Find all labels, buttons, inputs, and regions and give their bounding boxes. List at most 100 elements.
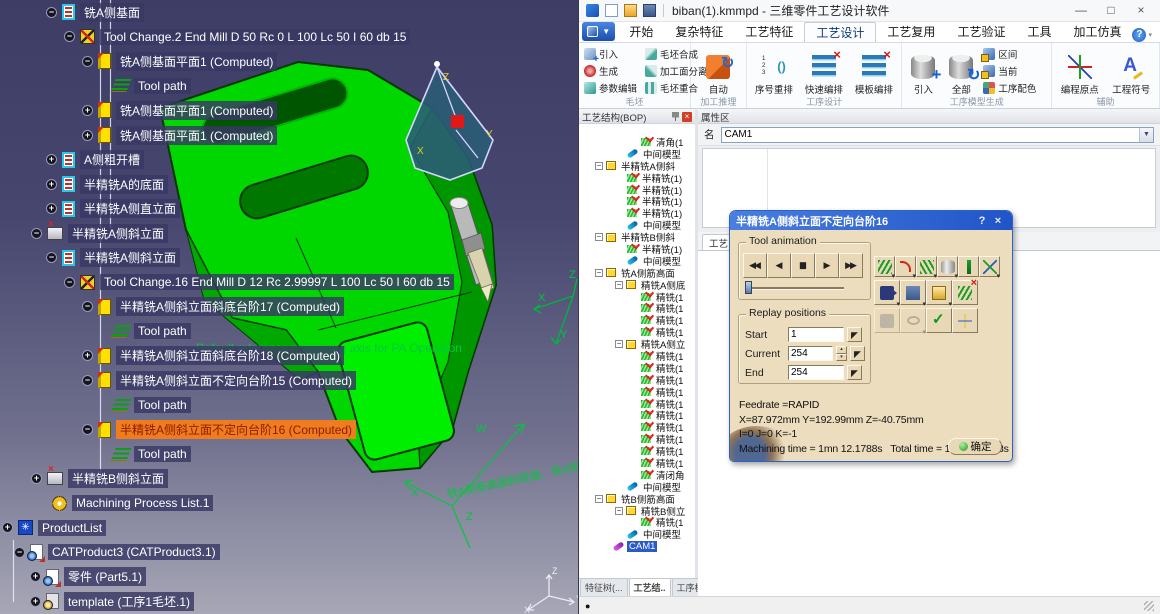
- tree-item[interactable]: + 半精铣A的底面: [0, 172, 578, 197]
- tree-item[interactable]: − 半精铣A侧斜立面: [0, 245, 578, 270]
- expand-handle[interactable]: −: [64, 31, 75, 42]
- expand-handle[interactable]: +: [2, 522, 13, 533]
- name-input[interactable]: [722, 128, 1140, 142]
- tree-item[interactable]: − Tool Change.2 End Mill D 50 Rc 0 L 100…: [0, 25, 578, 50]
- expand-handle[interactable]: −: [82, 424, 93, 435]
- 3d-viewport[interactable]: Z X Y X Y Z W X Z Z X Y: [0, 0, 578, 614]
- pick-position-button[interactable]: ◤: [847, 365, 862, 380]
- tree-item[interactable]: Tool path: [0, 442, 578, 467]
- dialog-close-button[interactable]: ×: [990, 215, 1006, 227]
- pause-button[interactable]: ▮▮: [791, 253, 815, 278]
- save-file-icon[interactable]: [643, 4, 656, 17]
- close-button[interactable]: ×: [1126, 1, 1156, 21]
- tree-item-label[interactable]: template (工序1毛坯.1): [64, 592, 194, 611]
- expand-handle[interactable]: −: [595, 233, 603, 241]
- ribbon-big-button[interactable]: 全部: [942, 45, 980, 97]
- ribbon-big-button[interactable]: 工程符号: [1106, 45, 1158, 97]
- tree-item[interactable]: + ProductList: [0, 515, 578, 540]
- expand-handle[interactable]: +: [82, 105, 93, 116]
- app-menu-button[interactable]: ▼: [582, 22, 615, 41]
- expand-handle[interactable]: +: [82, 350, 93, 361]
- ribbon-button[interactable]: 参数编辑: [581, 79, 640, 96]
- tree-item[interactable]: + template (工序1毛坯.1): [0, 589, 578, 614]
- auto-button[interactable]: 自动: [693, 45, 743, 97]
- pick-position-button[interactable]: ◤: [847, 327, 862, 342]
- tree-item[interactable]: + 铣A侧基面平面1 (Computed): [0, 98, 578, 123]
- ribbon-button[interactable]: 生成: [581, 62, 640, 79]
- chevron-down-icon[interactable]: ▼: [1139, 128, 1153, 142]
- rewind-button[interactable]: ◀◀: [743, 253, 767, 278]
- ribbon-big-button[interactable]: 序号重排: [749, 45, 799, 97]
- tree-item[interactable]: Tool path: [0, 74, 578, 99]
- ribbon-button[interactable]: 当前: [980, 62, 1039, 79]
- dialog-icon-button[interactable]: [952, 280, 978, 305]
- tree-item-label[interactable]: CATProduct3 (CATProduct3.1): [48, 544, 220, 560]
- dialog-icon-button[interactable]: [874, 308, 900, 333]
- ribbon-tab[interactable]: 复杂特征: [664, 22, 734, 42]
- dialog-title-bar[interactable]: 半精铣A侧斜立面不定向台阶16 ? ×: [730, 211, 1012, 230]
- dock-tab[interactable]: 工艺结..: [629, 578, 671, 596]
- tree-item-label[interactable]: 铣A侧基面平面1 (Computed): [116, 101, 277, 120]
- ribbon-tab[interactable]: 加工仿真: [1062, 22, 1132, 42]
- tree-item-label[interactable]: 铣A侧基面: [80, 3, 144, 22]
- dialog-icon-button[interactable]: [900, 308, 926, 333]
- current-input[interactable]: [788, 346, 833, 361]
- tree-item[interactable]: − 半精铣A侧斜立面: [0, 221, 578, 246]
- tree-item-label[interactable]: Tool path: [134, 397, 191, 413]
- spin-up-icon[interactable]: ▴: [836, 346, 847, 354]
- bop-tree-item[interactable]: CAM1: [579, 540, 695, 552]
- tree-item-label[interactable]: Machining Process List.1: [72, 495, 213, 511]
- ribbon-big-button[interactable]: 编程原点: [1054, 45, 1106, 97]
- expand-handle[interactable]: +: [31, 473, 42, 484]
- expand-handle[interactable]: +: [46, 203, 57, 214]
- new-file-icon[interactable]: [605, 4, 618, 17]
- tree-item-label[interactable]: Tool Change.16 End Mill D 12 Rc 2.99997 …: [100, 274, 454, 290]
- ribbon-tab[interactable]: 工艺特征: [734, 22, 804, 42]
- bop-tree[interactable]: 清角(1 中间模型 − 半精铣A侧斜: [579, 124, 695, 578]
- tree-item-label[interactable]: Tool path: [134, 323, 191, 339]
- tree-item-label[interactable]: 半精铣A侧斜立面: [80, 248, 180, 267]
- spin-down-icon[interactable]: ▾: [836, 354, 847, 362]
- dialog-icon-button[interactable]: [979, 256, 1000, 277]
- expand-handle[interactable]: +: [46, 154, 57, 165]
- tree-item[interactable]: Machining Process List.1: [0, 491, 578, 516]
- pin-icon[interactable]: [672, 112, 679, 121]
- tree-item[interactable]: + 半精铣A侧斜立面斜底台阶18 (Computed): [0, 344, 578, 369]
- tree-item-label[interactable]: A侧粗开槽: [80, 150, 144, 169]
- bop-tree-item[interactable]: 中间模型: [579, 528, 695, 540]
- tree-item-label[interactable]: 半精铣A侧斜立面: [68, 224, 168, 243]
- expand-handle[interactable]: −: [615, 281, 623, 289]
- dialog-icon-button[interactable]: [900, 280, 926, 305]
- dialog-icon-button[interactable]: [926, 308, 952, 333]
- tree-item[interactable]: + 半精铣B侧斜立面: [0, 466, 578, 491]
- open-file-icon[interactable]: [624, 4, 637, 17]
- ribbon-big-button[interactable]: 引入: [904, 45, 942, 97]
- name-combo[interactable]: ▼: [721, 127, 1155, 143]
- dock-tab[interactable]: 特征树(...: [580, 578, 628, 596]
- tree-item[interactable]: + 铣A侧基面平面1 (Computed): [0, 123, 578, 148]
- tree-item[interactable]: + 零件 (Part5.1): [0, 565, 578, 590]
- expand-handle[interactable]: −: [595, 269, 603, 277]
- expand-handle[interactable]: −: [64, 277, 75, 288]
- ok-button[interactable]: 确定: [948, 438, 1002, 455]
- fast-forward-button[interactable]: ▶▶: [839, 253, 863, 278]
- tree-item[interactable]: − Tool Change.16 End Mill D 12 Rc 2.9999…: [0, 270, 578, 295]
- tree-item[interactable]: Tool path: [0, 319, 578, 344]
- ribbon-tab[interactable]: 工具: [1016, 22, 1062, 42]
- bop-item-label[interactable]: 中间模型: [641, 527, 683, 541]
- tree-item-label[interactable]: 半精铣B侧斜立面: [68, 469, 168, 488]
- tree-item[interactable]: + 半精铣A侧直立面: [0, 196, 578, 221]
- tree-item-label[interactable]: 半精铣A侧斜立面斜底台阶18 (Computed): [116, 346, 344, 365]
- expand-handle[interactable]: +: [30, 571, 41, 582]
- dialog-icon-button[interactable]: [916, 256, 937, 277]
- tree-item-label[interactable]: Tool path: [134, 446, 191, 462]
- dialog-icon-button[interactable]: [952, 308, 978, 333]
- expand-handle[interactable]: −: [82, 375, 93, 386]
- tree-item-label[interactable]: 铣A侧基面平面1 (Computed): [116, 126, 277, 145]
- maximize-button[interactable]: □: [1096, 1, 1126, 21]
- tree-item[interactable]: − CATProduct3 (CATProduct3.1): [0, 540, 578, 565]
- ribbon-tab[interactable]: 工艺验证: [946, 22, 1016, 42]
- step-back-button[interactable]: ◀: [767, 253, 791, 278]
- ribbon-tab[interactable]: 开始: [618, 22, 664, 42]
- ribbon-button[interactable]: 区间: [980, 45, 1039, 62]
